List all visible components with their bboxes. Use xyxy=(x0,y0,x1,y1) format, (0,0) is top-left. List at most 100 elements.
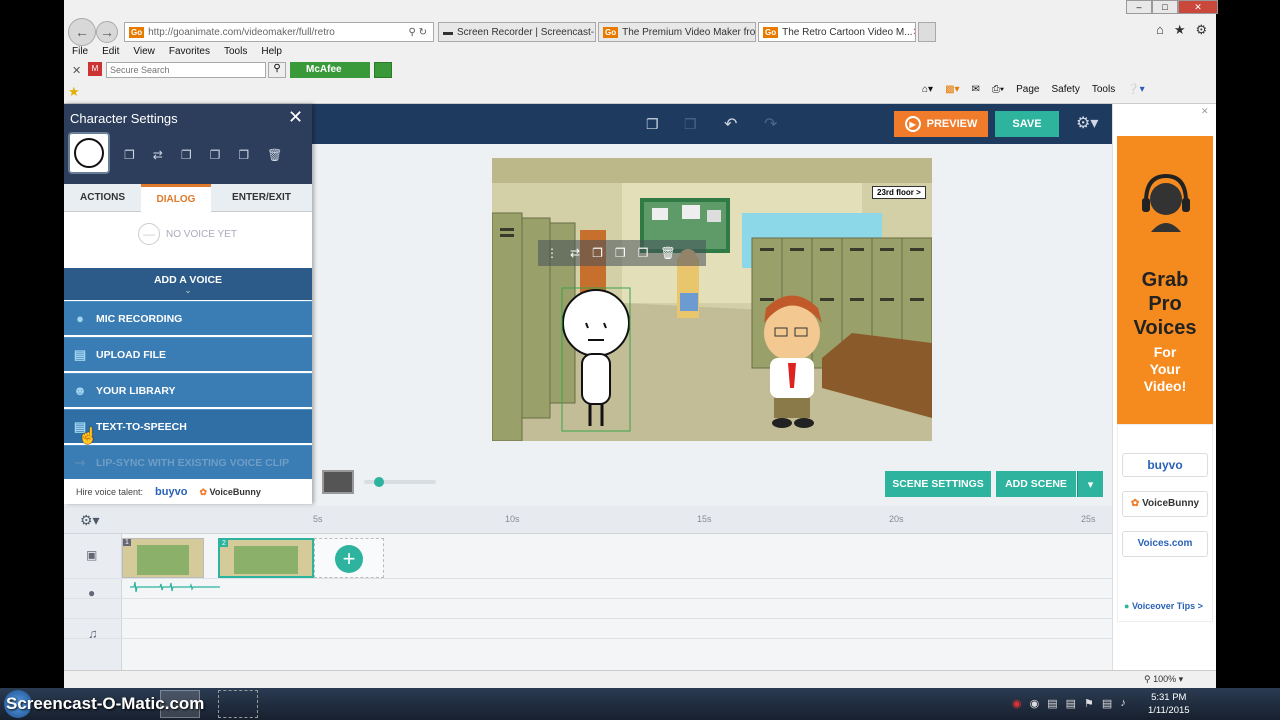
save-button[interactable]: SAVE xyxy=(995,111,1059,137)
swap-character-icon[interactable]: ❐ xyxy=(124,148,135,162)
delete-character-icon[interactable]: 🗑 xyxy=(267,148,282,162)
scene-clip-2[interactable]: 2 xyxy=(218,538,314,578)
add-scene-button[interactable]: ADD SCENE xyxy=(996,471,1076,497)
minimize-icon[interactable]: – xyxy=(1126,0,1152,14)
close-panel-icon[interactable]: ✕ xyxy=(288,107,303,128)
mail-icon[interactable]: ✉ xyxy=(972,84,980,95)
zoom-slider[interactable] xyxy=(364,477,436,487)
menu-favorites[interactable]: Favorites xyxy=(169,46,210,57)
search-refresh-icon[interactable]: ⚲ ↻ xyxy=(409,27,427,38)
voicebunny-ad-link[interactable]: ✿ VoiceBunny xyxy=(1122,491,1208,517)
address-bar[interactable]: Go http://goanimate.com/videomaker/full/… xyxy=(124,22,434,42)
scene-settings-button[interactable]: SCENE SETTINGS xyxy=(885,471,991,497)
close-toolbar-icon[interactable]: ✕ xyxy=(72,64,81,77)
voices-com-ad-link[interactable]: Voices.com xyxy=(1122,531,1208,557)
text-to-speech-option[interactable]: ▤ TEXT-TO-SPEECH xyxy=(64,409,312,443)
network-tray-icon[interactable]: ▤ xyxy=(1047,697,1057,710)
menu-edit[interactable]: Edit xyxy=(102,46,119,57)
add-scene-slot[interactable]: + xyxy=(314,538,384,578)
timeline-ruler: ⚙▾ 5s 10s 15s 20s 25s xyxy=(64,506,1112,534)
clock[interactable]: 5:31 PM 1/11/2015 xyxy=(1148,691,1190,717)
help-icon[interactable]: ❔▾ xyxy=(1127,84,1144,95)
tab-actions[interactable]: ACTIONS xyxy=(64,184,141,212)
search-icon[interactable]: ⚲ xyxy=(268,62,286,78)
your-library-option[interactable]: ☻ YOUR LIBRARY xyxy=(64,373,312,407)
scene-number: 2 xyxy=(220,540,228,547)
scene-stage[interactable]: 23rd floor > ⋮ ⇄ ❐ ❐ ❐ 🗑 xyxy=(492,158,932,441)
scene-thumbnail-button[interactable] xyxy=(322,470,354,494)
menu-help[interactable]: Help xyxy=(261,46,282,57)
paste-icon: ❐ xyxy=(684,116,697,132)
favorites-star-icon[interactable]: ★ xyxy=(1174,22,1186,38)
menu-bar: File Edit View Favorites Tools Help xyxy=(72,46,282,57)
tab-premium-video[interactable]: Go The Premium Video Maker fro... xyxy=(598,22,756,42)
page-menu[interactable]: Page xyxy=(1016,84,1039,95)
copy-character-icon[interactable]: ❐ xyxy=(210,148,221,162)
new-tab-button[interactable] xyxy=(918,22,936,42)
tab-dialog[interactable]: DIALOG xyxy=(141,184,211,212)
scene-clip-1[interactable]: 1 xyxy=(122,538,204,578)
close-window-icon[interactable]: ✕ xyxy=(1178,0,1218,14)
delete-icon[interactable]: 🗑 xyxy=(660,246,675,260)
maximize-icon[interactable]: □ xyxy=(1152,0,1178,14)
mic-recording-option[interactable]: ● MIC RECORDING xyxy=(64,301,312,335)
tools-menu[interactable]: Tools xyxy=(1092,84,1115,95)
close-ad-icon[interactable]: ✕ xyxy=(1201,106,1209,117)
undo-icon[interactable]: ↶ xyxy=(724,114,737,134)
copy-icon[interactable]: ❐ xyxy=(646,116,659,133)
taskbar-recorder-button[interactable] xyxy=(218,690,258,718)
zoom-slider-knob[interactable] xyxy=(374,477,384,487)
buyvo-ad-link[interactable]: buyvo xyxy=(1122,453,1208,477)
mcafee-tray-icon[interactable]: ◉ xyxy=(1012,697,1022,710)
secure-search-input[interactable] xyxy=(106,62,266,78)
paste-character-icon[interactable]: ❐ xyxy=(238,148,249,162)
tray-icon[interactable]: ▤ xyxy=(1102,697,1112,710)
tray-icon[interactable]: ◉ xyxy=(1030,697,1040,710)
home-dropdown-icon[interactable]: ⌂▾ xyxy=(922,84,933,95)
tab-retro-cartoon[interactable]: Go The Retro Cartoon Video M... ✕ xyxy=(758,22,916,42)
home-icon[interactable]: ⌂ xyxy=(1156,22,1164,38)
layer-back-icon[interactable]: ❐ xyxy=(181,148,192,162)
copy-icon[interactable]: ❐ xyxy=(615,246,626,260)
timeline-settings-icon[interactable]: ⚙▾ xyxy=(80,512,100,529)
flip-character-icon[interactable]: ⇄ xyxy=(153,148,163,162)
back-button[interactable]: ← xyxy=(68,18,96,46)
tray-icon[interactable]: ▤ xyxy=(1066,697,1076,710)
close-tab-icon[interactable]: ✕ xyxy=(913,27,915,38)
flag-icon[interactable]: ⚑ xyxy=(1084,697,1094,710)
flip-icon[interactable]: ❐ xyxy=(592,246,603,260)
mcafee-shield-icon: M xyxy=(88,62,102,76)
menu-tools[interactable]: Tools xyxy=(224,46,247,57)
volume-icon[interactable]: ♪ xyxy=(1120,697,1126,710)
upload-file-option[interactable]: ▤ UPLOAD FILE xyxy=(64,337,312,371)
headset-icon xyxy=(1142,174,1190,232)
settings-gear-icon[interactable]: ⚙▾ xyxy=(1076,113,1098,133)
mcafee-report-icon[interactable] xyxy=(374,62,392,78)
character-avatar[interactable] xyxy=(68,132,110,174)
mcafee-button[interactable]: McAfee xyxy=(290,62,370,78)
track-divider xyxy=(64,578,1112,579)
voicebunny-link[interactable]: ✿ VoiceBunny xyxy=(199,487,260,498)
tab-enter-exit[interactable]: ENTER/EXIT xyxy=(211,184,312,212)
menu-view[interactable]: View xyxy=(133,46,155,57)
voiceover-tips-link[interactable]: ● Voiceover Tips > xyxy=(1124,601,1203,611)
safety-menu[interactable]: Safety xyxy=(1051,84,1079,95)
paste-icon[interactable]: ❐ xyxy=(638,246,649,260)
tip-bulb-icon: ● xyxy=(1124,601,1130,611)
menu-file[interactable]: File xyxy=(72,46,88,57)
swap-icon[interactable]: ⇄ xyxy=(570,246,580,260)
rss-icon[interactable]: ▩▾ xyxy=(945,84,959,95)
print-icon[interactable]: ⎙▾ xyxy=(992,84,1004,95)
zoom-level[interactable]: ⚲ 100% ▾ xyxy=(1144,674,1183,685)
add-scene-dropdown-icon[interactable]: ▾ xyxy=(1077,471,1103,497)
forward-button[interactable]: → xyxy=(96,21,118,43)
add-favorites-star-icon[interactable]: ★ xyxy=(68,84,80,100)
drag-handle-icon[interactable]: ⋮ xyxy=(546,246,558,260)
add-scene-plus-icon[interactable]: + xyxy=(335,545,363,573)
ad-banner[interactable]: Grab Pro Voices For Your Video! xyxy=(1117,136,1213,424)
settings-gear-icon[interactable]: ⚙ xyxy=(1196,22,1208,38)
preview-button[interactable]: ▶ PREVIEW xyxy=(894,111,988,137)
tab-screen-recorder[interactable]: ▬ Screen Recorder | Screencast-... xyxy=(438,22,596,42)
buyvo-link[interactable]: buyvo xyxy=(155,486,187,498)
lip-sync-option: ⇾ LIP-SYNC WITH EXISTING VOICE CLIP xyxy=(64,445,312,479)
